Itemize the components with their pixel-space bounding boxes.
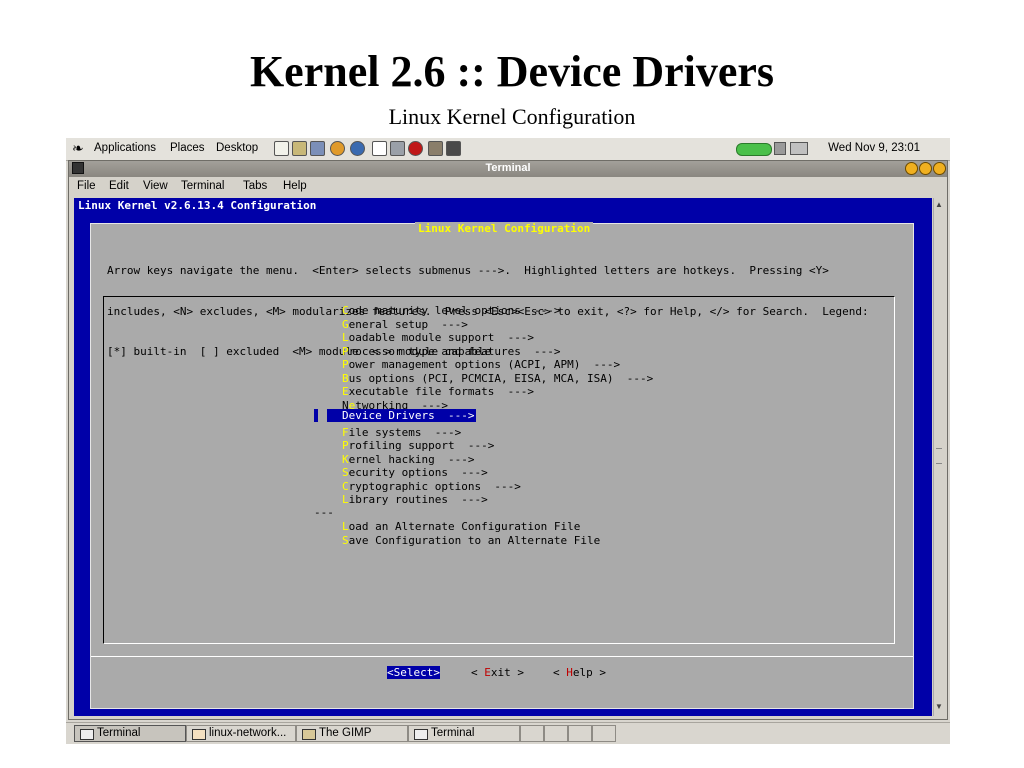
menu-terminal[interactable]: Terminal (181, 180, 224, 192)
notes-icon[interactable] (292, 141, 307, 156)
gimp-task-icon (302, 729, 316, 740)
foot-logo-icon[interactable]: ❧ (72, 140, 84, 157)
menu-item-processor-type[interactable]: Processor type and features ---> (342, 345, 561, 358)
applications-menu[interactable]: Applications (94, 142, 156, 154)
scrollbar-grip[interactable] (936, 448, 942, 464)
menu-item-kernel-hacking[interactable]: Kernel hacking ---> (342, 453, 474, 466)
menu-item-code-maturity[interactable]: Code maturity level options ---> (342, 304, 561, 317)
menu-item-load-config[interactable]: Load an Alternate Configuration File (342, 520, 580, 533)
menu-view[interactable]: View (143, 180, 168, 192)
selection-marker (314, 409, 318, 422)
network-icon[interactable] (390, 141, 405, 156)
menu-list: Code maturity level options ---> General… (103, 296, 895, 644)
bottom-taskbar: Terminal linux-network... The GIMP Termi… (66, 722, 950, 744)
menu-help[interactable]: Help (283, 180, 307, 192)
window-title: Terminal (485, 162, 531, 174)
slide-title: Kernel 2.6 :: Device Drivers (249, 47, 775, 96)
menu-separator: --- (314, 506, 334, 519)
task-gimp[interactable]: The GIMP (296, 725, 408, 742)
workspace-1[interactable] (520, 725, 544, 742)
drawing-icon[interactable] (372, 141, 387, 156)
monitor-icon[interactable] (310, 141, 325, 156)
menu-tabs[interactable]: Tabs (243, 180, 267, 192)
menu-item-cryptographic-options[interactable]: Cryptographic options ---> (342, 480, 521, 493)
menu-file[interactable]: File (77, 180, 96, 192)
document-task-icon (192, 729, 206, 740)
redhat-icon[interactable] (408, 141, 423, 156)
scroll-up-icon[interactable]: ▲ (935, 200, 943, 209)
task-linux-network[interactable]: linux-network... (186, 725, 296, 742)
text-editor-icon[interactable] (274, 141, 289, 156)
slide-subtitle: Linux Kernel Configuration (388, 104, 636, 129)
help-button[interactable]: < Help > (553, 666, 606, 679)
terminal-window: Terminal File Edit View Terminal Tabs He… (68, 160, 948, 720)
window-menubar: File Edit View Terminal Tabs Help (69, 178, 947, 197)
top-panel: ❧ Applications Places Desktop Wed Nov 9,… (66, 138, 950, 161)
terminal-task-icon (80, 729, 94, 740)
help-line: Arrow keys navigate the menu. <Enter> se… (107, 264, 829, 277)
exit-button[interactable]: < Exit > (471, 666, 524, 679)
menu-item-executable-formats[interactable]: Executable file formats ---> (342, 385, 534, 398)
desktop-screenshot: ❧ Applications Places Desktop Wed Nov 9,… (66, 138, 950, 744)
dialog-title: Linux Kernel Configuration (415, 222, 594, 235)
menu-item-general-setup[interactable]: General setup ---> (342, 318, 468, 331)
config-header: Linux Kernel v2.6.13.4 Configuration (78, 199, 317, 212)
menu-item-profiling-support[interactable]: Profiling support ---> (342, 439, 494, 452)
close-button[interactable] (933, 162, 946, 175)
task-terminal-1[interactable]: Terminal (74, 725, 186, 742)
window-titlebar[interactable]: Terminal (69, 161, 947, 177)
maximize-button[interactable] (919, 162, 932, 175)
menu-item-library-routines[interactable]: Library routines ---> (342, 493, 488, 506)
network-status-icon[interactable] (790, 142, 808, 155)
terminal-launcher-icon[interactable] (446, 141, 461, 156)
terminal-screen[interactable]: Linux Kernel v2.6.13.4 Configuration Lin… (74, 198, 932, 716)
terminal-scrollbar[interactable]: ▲ ▼ (933, 198, 946, 716)
menu-item-bus-options[interactable]: Bus options (PCI, PCMCIA, EISA, MCA, ISA… (342, 372, 653, 385)
menu-item-loadable-module[interactable]: Loadable module support ---> (342, 331, 534, 344)
config-dialog: Linux Kernel Configuration Arrow keys na… (90, 222, 914, 709)
minimize-button[interactable] (905, 162, 918, 175)
scroll-down-icon[interactable]: ▼ (935, 702, 943, 711)
web-browser-icon[interactable] (330, 141, 345, 156)
task-terminal-2[interactable]: Terminal (408, 725, 520, 742)
desktop-menu[interactable]: Desktop (216, 142, 258, 154)
menu-edit[interactable]: Edit (109, 180, 129, 192)
workspace-2[interactable] (544, 725, 568, 742)
buttons-divider (91, 656, 913, 657)
menu-item-device-drivers[interactable]: Device Drivers ---> (327, 409, 477, 422)
workspace-4[interactable] (592, 725, 616, 742)
clock[interactable]: Wed Nov 9, 23:01 (828, 142, 920, 154)
places-menu[interactable]: Places (170, 142, 205, 154)
battery-icon (736, 143, 772, 156)
gimp-icon[interactable] (428, 141, 443, 156)
volume-icon[interactable] (774, 142, 786, 155)
select-button[interactable]: <Select> (387, 666, 440, 679)
terminal-task-icon (414, 729, 428, 740)
globe-icon[interactable] (350, 141, 365, 156)
menu-item-power-management[interactable]: Power management options (ACPI, APM) ---… (342, 358, 620, 371)
menu-item-file-systems[interactable]: File systems ---> (342, 426, 461, 439)
menu-item-save-config[interactable]: Save Configuration to an Alternate File (342, 534, 600, 547)
menu-item-security-options[interactable]: Security options ---> (342, 466, 488, 479)
workspace-3[interactable] (568, 725, 592, 742)
